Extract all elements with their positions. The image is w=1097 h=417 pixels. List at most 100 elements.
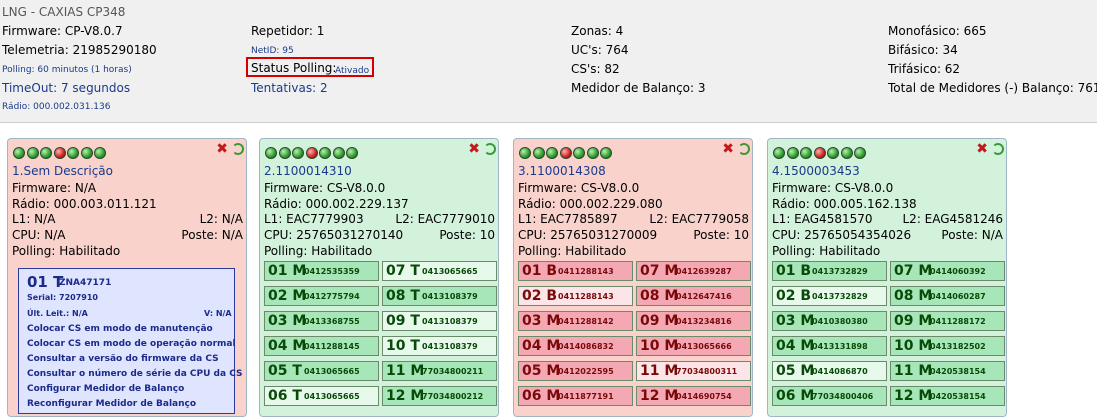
cpu-serial-action[interactable]: Consultar o número de série da CPU da CS — [27, 369, 242, 379]
meter-slot[interactable]: 08 M 0412647416 — [636, 286, 751, 306]
meter-slot[interactable]: 09 M 0413234816 — [636, 311, 751, 331]
cs-title[interactable]: 3.1100014308 — [518, 164, 606, 178]
reconfigure-balance-meter-action[interactable]: Reconfigurar Medidor de Balanço — [27, 399, 196, 409]
status-led-icon — [80, 147, 93, 159]
meter-serial: 0413065665 — [422, 267, 478, 276]
meter-slot[interactable]: 10 T 0413108379 — [382, 336, 497, 356]
meter-slot[interactable]: 04 M 0413131898 — [772, 336, 887, 356]
normal-mode-action[interactable]: Colocar CS em modo de operação normal — [27, 339, 236, 349]
cs-card[interactable]: ✖ 2.1100014310 Firmware: CS-V8.0.0 Rádio: 0… — [259, 138, 499, 417]
meter-slot[interactable]: 02 M 0412775794 — [264, 286, 379, 306]
status-led-icon — [519, 147, 531, 159]
meter-serial: 77034800311 — [676, 367, 738, 376]
meter-label: 12 M — [386, 388, 425, 404]
meter-slot[interactable]: 12 M 0414690754 — [636, 386, 751, 406]
meter-label: 11 M — [640, 363, 679, 379]
delete-icon[interactable]: ✖ — [722, 142, 734, 156]
meter-serial: 0411288142 — [558, 317, 614, 326]
meter-slot[interactable]: 02 B 0411288143 — [518, 286, 633, 306]
meter-label: 01 B — [776, 263, 812, 279]
meter-label: 09 M — [894, 313, 933, 329]
cs-l2: L2: EAG4581246 — [902, 212, 1004, 226]
maintenance-mode-action[interactable]: Colocar CS em modo de manutenção — [27, 324, 213, 334]
refresh-icon[interactable] — [992, 143, 1004, 155]
meter-label: 06 M — [522, 388, 561, 404]
meter-slot[interactable]: 11 M 0420538154 — [890, 361, 1005, 381]
meter-slot[interactable]: 06 M 0411877191 — [518, 386, 633, 406]
delete-icon[interactable]: ✖ — [976, 142, 988, 156]
repetidor-info: Repetidor: 1 — [251, 24, 325, 38]
cs-l1: L1: EAC7785897 — [518, 212, 618, 226]
meter-slot[interactable]: 01 B 0413732829 — [772, 261, 887, 281]
firmware-version-action[interactable]: Consultar a versão do firmware da CS — [27, 354, 219, 364]
meter-slot[interactable]: 03 M 0411288142 — [518, 311, 633, 331]
cs-card[interactable]: ✖ 4.1500003453 Firmware: CS-V8.0.0 Rádio: 0… — [767, 138, 1007, 417]
meter-slot[interactable]: 03 M 0413368755 — [264, 311, 379, 331]
meter-slot[interactable]: 02 B 0413732829 — [772, 286, 887, 306]
status-led-icon — [53, 147, 66, 159]
cs-title[interactable]: 4.1500003453 — [772, 164, 860, 178]
status-led-icon — [800, 147, 812, 159]
meter-slot[interactable]: 10 M 0413182502 — [890, 336, 1005, 356]
meter-serial: 77034800211 — [422, 367, 484, 376]
cs-title[interactable]: 1.Sem Descrição — [12, 164, 113, 178]
meter-slot[interactable]: 06 T 0413065665 — [264, 386, 379, 406]
delete-icon[interactable]: ✖ — [216, 142, 228, 156]
refresh-icon[interactable] — [738, 143, 750, 155]
status-led-icon — [600, 147, 612, 159]
meter-slot[interactable]: 07 M 0412639287 — [636, 261, 751, 281]
meter-slot[interactable]: 12 M 0420538154 — [890, 386, 1005, 406]
meter-label: 04 M — [522, 338, 561, 354]
cs-card[interactable]: ✖ 1.Sem Descrição Firmware: N/A Rádio: 000.… — [7, 138, 247, 417]
meter-label: 10 M — [640, 338, 679, 354]
meter-serial: 0413108379 — [422, 317, 478, 326]
meter-slot[interactable]: 05 M 0414086870 — [772, 361, 887, 381]
zonas-info: Zonas: 4 — [571, 24, 624, 38]
cs-card[interactable]: ✖ 3.1100014308 Firmware: CS-V8.0.0 Rádio: 0… — [513, 138, 753, 417]
meter-slot[interactable]: 08 T 0413108379 — [382, 286, 497, 306]
status-led-icon — [40, 147, 52, 159]
cs-title[interactable]: 2.1100014310 — [264, 164, 352, 178]
meter-slot[interactable]: 08 M 0414060287 — [890, 286, 1005, 306]
meter-slot[interactable]: 07 M 0414060392 — [890, 261, 1005, 281]
meter-slot[interactable]: 01 M 0412535359 — [264, 261, 379, 281]
meter-slot[interactable]: 11 M 77034800211 — [382, 361, 497, 381]
refresh-icon[interactable] — [232, 143, 244, 155]
firmware-info: Firmware: CP-V8.0.7 — [2, 24, 123, 38]
status-led-icon — [13, 147, 25, 159]
meter-label: 01 M — [268, 263, 307, 279]
meter-serial: 77034800212 — [422, 392, 484, 401]
meter-slot[interactable]: 09 M 0411288172 — [890, 311, 1005, 331]
status-led-icon — [26, 147, 39, 159]
meter-slot[interactable]: 07 T 0413065665 — [382, 261, 497, 281]
radio-link[interactable]: Rádio: 000.002.031.136 — [2, 100, 110, 114]
refresh-icon[interactable] — [484, 143, 496, 155]
meter-label: 05 T — [268, 363, 302, 379]
meter-label: 03 M — [268, 313, 307, 329]
meter-label: 09 M — [640, 313, 679, 329]
status-polling-value[interactable]: Ativado — [335, 64, 369, 78]
cs-poste: Poste: N/A — [181, 228, 243, 242]
delete-icon[interactable]: ✖ — [468, 142, 480, 156]
netid-link[interactable]: NetID: 95 — [251, 44, 294, 58]
meter-serial: 0420538154 — [930, 392, 986, 401]
meter-slot[interactable]: 09 T 0413108379 — [382, 311, 497, 331]
meter-slot[interactable]: 12 M 77034800212 — [382, 386, 497, 406]
meter-slot[interactable]: 10 M 0413065666 — [636, 336, 751, 356]
tentativas-link[interactable]: Tentativas: 2 — [251, 81, 328, 95]
configure-balance-meter-action[interactable]: Configurar Medidor de Balanço — [27, 384, 184, 394]
meter-slot[interactable]: 06 M 77034800406 — [772, 386, 887, 406]
meter-slot[interactable]: 04 M 0414086832 — [518, 336, 633, 356]
meter-slot[interactable]: 04 M 0411288145 — [264, 336, 379, 356]
meter-slot[interactable]: 05 M 0412022595 — [518, 361, 633, 381]
meter-slot[interactable]: 11 M 77034800311 — [636, 361, 751, 381]
meter-slot[interactable]: 01 B 0411288143 — [518, 261, 633, 281]
polling-interval-link[interactable]: Polling: 60 minutos (1 horas) — [2, 63, 132, 77]
meter-serial: 0411288143 — [558, 292, 614, 301]
cs-radio: Rádio: 000.003.011.121 — [12, 197, 157, 211]
meter-serial: 0414086832 — [558, 342, 614, 351]
meter-slot[interactable]: 03 M 0410380380 — [772, 311, 887, 331]
timeout-link[interactable]: TimeOut: 7 segundos — [2, 81, 130, 95]
meter-label: 07 M — [894, 263, 933, 279]
meter-slot[interactable]: 05 T 0413065665 — [264, 361, 379, 381]
